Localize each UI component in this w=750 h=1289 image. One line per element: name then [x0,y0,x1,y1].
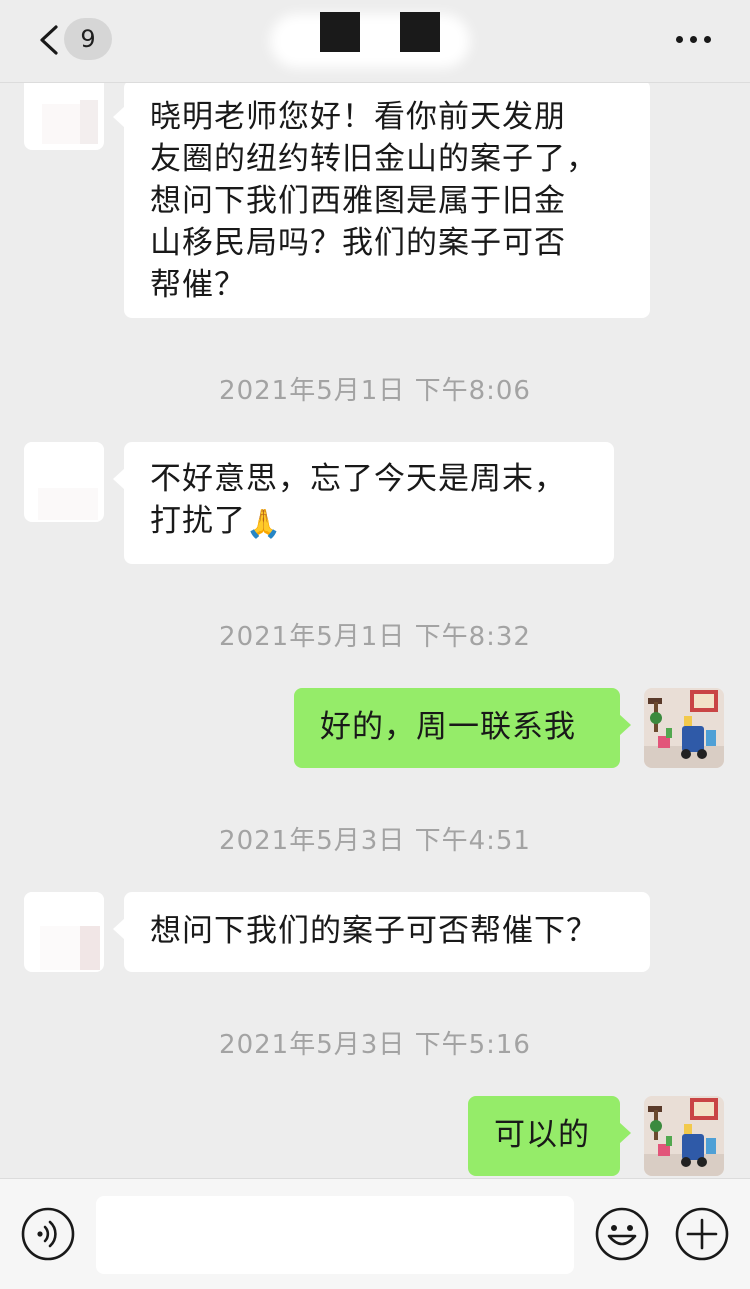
timestamp: 2021年5月3日 下午5:16 [219,1030,531,1060]
dot-icon [690,36,697,43]
back-button[interactable]: 9 [26,18,126,62]
my-avatar[interactable] [644,688,724,768]
timestamp: 2021年5月3日 下午4:51 [219,826,531,856]
dot-icon [676,36,683,43]
message-bubble-incoming[interactable]: 晓明老师您好！看你前天发朋 友圈的纽约转旧金山的案子了， 想问下我们西雅图是属于… [113,80,650,318]
plus-icon[interactable] [674,1206,730,1262]
message-bubble-incoming[interactable]: 不好意思，忘了今天是周末， 打扰了🙏 [113,442,614,564]
message-list[interactable]: 晓明老师您好！看你前天发朋 友圈的纽约转旧金山的案子了， 想问下我们西雅图是属于… [0,0,750,1178]
message-bubble-incoming[interactable]: 想问下我们的案子可否帮催下？ [113,892,650,972]
lego-photo-icon [644,1096,724,1176]
message-bubble-outgoing[interactable]: 好的，周一联系我 [294,688,631,768]
my-avatar[interactable] [644,1096,724,1176]
message-text: 不好意思，忘了今天是周末， 打扰了 [150,461,566,539]
input-bar [0,1178,750,1289]
message-input[interactable] [96,1196,574,1274]
chevron-left-icon [40,25,58,55]
emoji-icon[interactable] [594,1206,650,1262]
pray-emoji-icon: 🙏 [246,507,282,540]
lego-photo-icon [644,688,724,768]
message-bubble-outgoing[interactable]: 可以的 [468,1096,631,1176]
contact-avatar[interactable] [24,442,104,522]
timestamp: 2021年5月1日 下午8:06 [219,376,531,406]
redaction-block [400,12,440,52]
timestamp: 2021年5月1日 下午8:32 [219,622,531,652]
contact-avatar[interactable] [24,892,104,972]
dot-icon [704,36,711,43]
chat-header: 9 [0,0,750,83]
unread-count-badge: 9 [64,18,112,60]
chat-title-redacted [250,4,500,74]
redaction-block [320,12,360,52]
more-options-button[interactable] [664,22,724,56]
voice-icon[interactable] [20,1206,76,1262]
